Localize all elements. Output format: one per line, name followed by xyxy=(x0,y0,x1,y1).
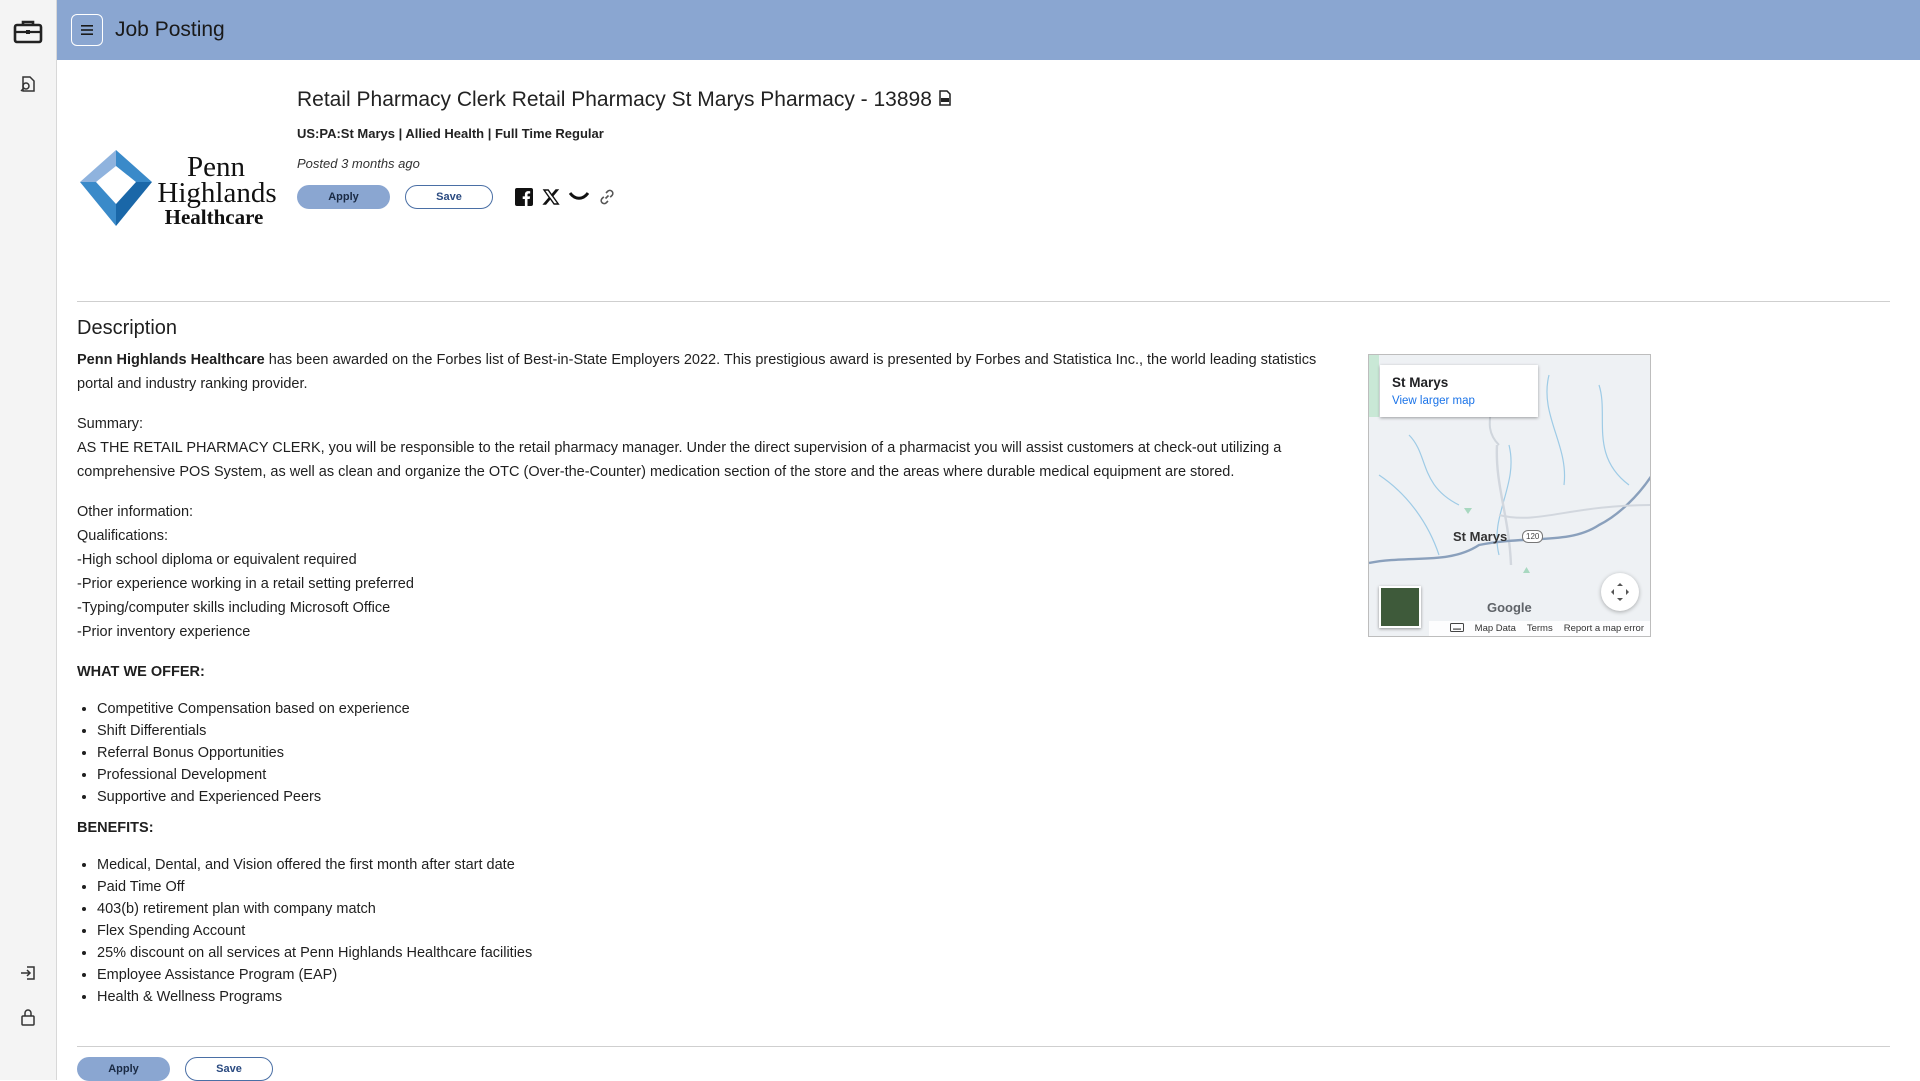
svg-text:Healthcare: Healthcare xyxy=(165,205,264,229)
intro-paragraph: Penn Highlands Healthcare has been award… xyxy=(77,348,1342,396)
description-heading: Description xyxy=(77,317,178,339)
list-item: Employee Assistance Program (EAP) xyxy=(97,964,1337,986)
apply-button[interactable]: Apply xyxy=(77,1057,170,1081)
job-actions: Apply Save xyxy=(297,185,952,209)
pdf-icon[interactable] xyxy=(938,88,952,112)
job-title-text: Retail Pharmacy Clerk Retail Pharmacy St… xyxy=(297,88,932,111)
list-item: Professional Development xyxy=(97,764,1337,786)
divider xyxy=(77,1046,1890,1047)
facebook-icon[interactable] xyxy=(515,188,533,206)
list-item: Medical, Dental, and Vision offered the … xyxy=(97,854,1337,876)
location-map[interactable]: St Marys View larger map St Marys 120 Go… xyxy=(1368,354,1651,637)
other-info-label: Other information: xyxy=(77,504,194,520)
terms-link[interactable]: Terms xyxy=(1527,623,1553,634)
map-place-name: St Marys xyxy=(1392,375,1449,390)
keyboard-icon[interactable] xyxy=(1449,622,1464,635)
app-title: Job Posting xyxy=(115,18,225,41)
list-item: Shift Differentials xyxy=(97,720,1337,742)
document-search-icon[interactable] xyxy=(0,75,56,93)
fullscreen-button[interactable] xyxy=(1601,573,1639,611)
list-item: Health & Wellness Programs xyxy=(97,986,1337,1008)
qualification-item: -Prior inventory experience xyxy=(77,624,251,640)
hamburger-icon xyxy=(81,25,93,35)
qualification-item: -High school diploma or equivalent requi… xyxy=(77,552,357,568)
bottom-actions: Apply Save xyxy=(77,1057,273,1081)
divider xyxy=(77,301,1890,302)
map-data-link[interactable]: Map Data xyxy=(1475,623,1516,634)
login-icon[interactable] xyxy=(0,964,56,982)
list-item: Paid Time Off xyxy=(97,876,1337,898)
job-header: Retail Pharmacy Clerk Retail Pharmacy St… xyxy=(297,88,952,209)
route-shield: 120 xyxy=(1522,530,1544,543)
map-info-card: St Marys View larger map xyxy=(1380,365,1538,417)
apply-button[interactable]: Apply xyxy=(297,185,390,209)
qualifications-label: Qualifications: xyxy=(77,528,169,544)
satellite-toggle[interactable] xyxy=(1379,586,1421,628)
summary-text: AS THE RETAIL PHARMACY CLERK, you will b… xyxy=(77,440,1282,480)
link-icon[interactable] xyxy=(598,188,616,206)
report-error-link[interactable]: Report a map error xyxy=(1564,623,1644,634)
qualification-item: -Prior experience working in a retail se… xyxy=(77,576,414,592)
list-item: 25% discount on all services at Penn Hig… xyxy=(97,942,1337,964)
company-name: Penn Highlands Healthcare xyxy=(77,352,265,368)
summary-label: Summary: xyxy=(77,416,144,432)
view-larger-map-link[interactable]: View larger map xyxy=(1392,395,1475,407)
list-item: 403(b) retirement plan with company matc… xyxy=(97,898,1337,920)
fullscreen-icon xyxy=(1611,583,1629,601)
benefits-list: Medical, Dental, and Vision offered the … xyxy=(77,854,1337,1008)
benefits-heading: BENEFITS: xyxy=(77,820,154,836)
map-town-label: St Marys xyxy=(1453,529,1508,544)
google-logo: Google xyxy=(1487,600,1532,615)
qualification-item: -Typing/computer skills including Micros… xyxy=(77,600,391,616)
lock-icon[interactable] xyxy=(0,1008,56,1026)
company-logo: Penn Highlands Healthcare xyxy=(76,146,282,232)
list-item: Supportive and Experienced Peers xyxy=(97,786,1337,808)
map-footer: Map Data Terms Report a map error xyxy=(1429,621,1650,636)
description-section: Description Penn Highlands Healthcare ha… xyxy=(77,314,1337,1008)
top-bar: Job Posting xyxy=(57,0,1920,60)
offer-list: Competitive Compensation based on experi… xyxy=(77,698,1337,808)
x-icon[interactable] xyxy=(542,188,560,206)
posted-date: Posted 3 months ago xyxy=(297,156,420,171)
save-button[interactable]: Save xyxy=(405,185,493,209)
email-icon[interactable] xyxy=(569,190,589,204)
save-button[interactable]: Save xyxy=(185,1057,273,1081)
list-item: Flex Spending Account xyxy=(97,920,1337,942)
list-item: Referral Bonus Opportunities xyxy=(97,742,1337,764)
job-title: Retail Pharmacy Clerk Retail Pharmacy St… xyxy=(297,88,952,112)
offer-heading: WHAT WE OFFER: xyxy=(77,664,205,680)
job-meta: US:PA:St Marys | Allied Health | Full Ti… xyxy=(297,126,604,141)
list-item: Competitive Compensation based on experi… xyxy=(97,698,1337,720)
share-links xyxy=(515,188,616,206)
menu-button[interactable] xyxy=(71,14,103,46)
briefcase-icon[interactable] xyxy=(0,18,56,44)
side-rail xyxy=(0,0,57,1080)
